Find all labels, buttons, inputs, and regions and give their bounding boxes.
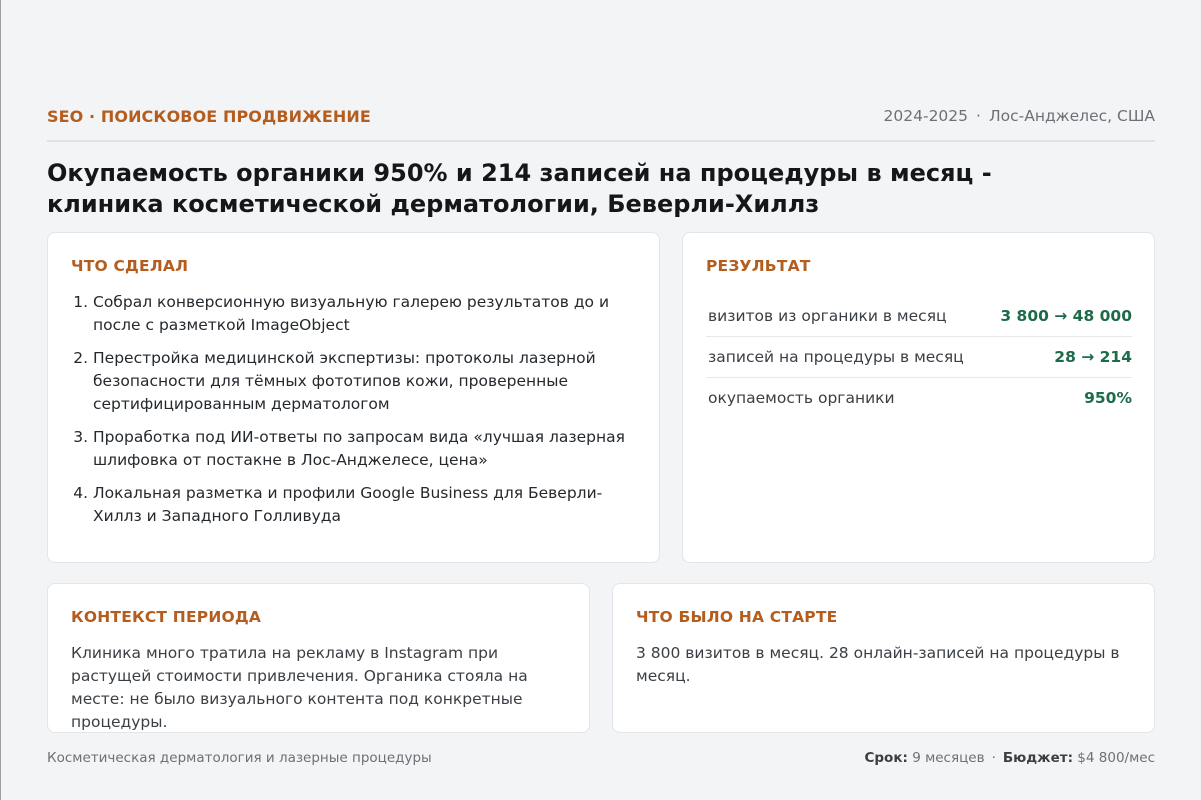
- meta-separator: ·: [976, 107, 981, 125]
- budget-label: Бюджет:: [1002, 750, 1073, 766]
- list-item: Перестройка медицинской экспертизы: прот…: [93, 347, 637, 416]
- metric-label: визитов из органики в месяц: [708, 307, 947, 325]
- metric-row: визитов из органики в месяц 3 800 → 48 0…: [706, 296, 1132, 337]
- list-item: Собрал конверсионную визуальную галерею …: [93, 291, 637, 337]
- metric-value: 950%: [1084, 389, 1132, 407]
- context-text: Клиника много тратила на рекламу в Insta…: [71, 644, 528, 731]
- result-heading: РЕЗУЛЬТАТ: [706, 257, 811, 275]
- context-card: КОНТЕКСТ ПЕРИОДА Клиника много тратила н…: [47, 583, 590, 733]
- starting-point-card: ЧТО БЫЛО НА СТАРТЕ 3 800 визитов в месяц…: [612, 583, 1155, 733]
- category-kicker: SEO · ПОИСКОВОЕ ПРОДВИЖЕНИЕ: [47, 106, 371, 126]
- term-label: Срок:: [864, 750, 908, 766]
- metric-value: 3 800 → 48 000: [1000, 307, 1132, 325]
- list-item: Локальная разметка и профили Google Busi…: [93, 482, 637, 528]
- what-was-done-heading: ЧТО СДЕЛАЛ: [71, 257, 189, 275]
- metric-row: окупаемость органики 950%: [706, 378, 1132, 418]
- terms: Срок: 9 месяцев · Бюджет: $4 800/мес: [864, 750, 1155, 766]
- niche-label: Косметическая дерматология и лазерные пр…: [47, 750, 432, 766]
- metric-label: записей на процедуры в месяц: [708, 348, 964, 366]
- metrics-list: визитов из органики в месяц 3 800 → 48 0…: [706, 296, 1132, 418]
- project-meta: 2024-2025 · Лос-Анджелес, США: [884, 107, 1155, 125]
- context-heading: КОНТЕКСТ ПЕРИОДА: [71, 608, 262, 626]
- project-years: 2024-2025: [883, 107, 969, 125]
- term-value: 9 месяцев: [912, 750, 985, 766]
- budget-value: $4 800/мес: [1077, 750, 1155, 766]
- case-study-page: SEO · ПОИСКОВОЕ ПРОДВИЖЕНИЕ 2024-2025 · Ло…: [47, 0, 1155, 800]
- result-card: РЕЗУЛЬТАТ визитов из органики в месяц 3 …: [682, 232, 1155, 563]
- metric-value: 28 → 214: [1054, 348, 1132, 366]
- footer: Косметическая дерматология и лазерные пр…: [47, 748, 1155, 768]
- header-divider: [47, 140, 1155, 142]
- what-was-done-card: ЧТО СДЕЛАЛ Собрал конверсионную визуальн…: [47, 232, 660, 563]
- metric-row: записей на процедуры в месяц 28 → 214: [706, 337, 1132, 378]
- metric-label: окупаемость органики: [708, 389, 895, 407]
- project-location: Лос-Анджелес, США: [988, 107, 1155, 125]
- page-title: Окупаемость органики 950% и 214 записей …: [47, 159, 992, 218]
- header-bar: SEO · ПОИСКОВОЕ ПРОДВИЖЕНИЕ 2024-2025 · Ло…: [47, 104, 1155, 128]
- window-edge: [0, 0, 1, 800]
- steps-list: Собрал конверсионную визуальную галерею …: [71, 291, 637, 528]
- footer-separator: ·: [991, 750, 996, 766]
- starting-point-heading: ЧТО БЫЛО НА СТАРТЕ: [636, 608, 838, 626]
- list-item: Проработка под ИИ-ответы по запросам вид…: [93, 426, 637, 472]
- starting-point-text: 3 800 визитов в месяц. 28 онлайн-записей…: [636, 644, 1120, 685]
